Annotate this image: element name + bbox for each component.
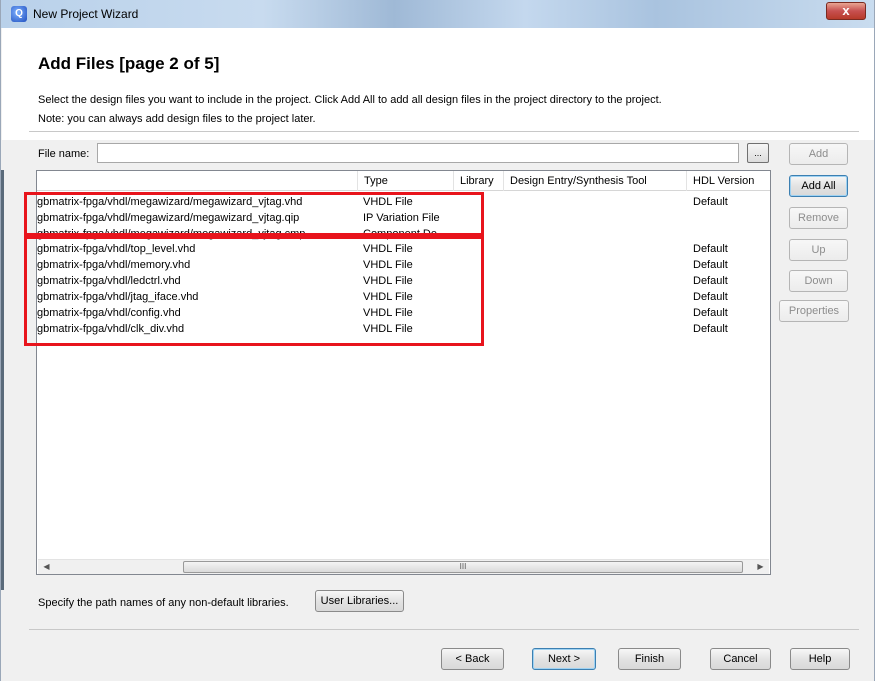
file-type: VHDL File: [363, 275, 413, 287]
remove-button[interactable]: Remove: [789, 207, 848, 229]
hdl-version: Default: [693, 196, 728, 208]
hdl-version: Default: [693, 291, 728, 303]
up-button[interactable]: Up: [789, 239, 848, 261]
window-title: New Project Wizard: [33, 7, 139, 21]
footer-divider: [29, 629, 859, 630]
add-all-button[interactable]: Add All: [789, 175, 848, 197]
header-divider: [29, 131, 859, 132]
table-row[interactable]: gbmatrix-fpga/vhdl/megawizard/megawizard…: [37, 210, 770, 226]
scroll-left-arrow-icon[interactable]: ◀: [38, 560, 55, 574]
finish-button[interactable]: Finish: [618, 648, 681, 670]
column-header-library[interactable]: Library: [453, 171, 503, 191]
column-header-tool[interactable]: Design Entry/Synthesis Tool: [503, 171, 686, 191]
page-note: Note: you can always add design files to…: [38, 113, 316, 125]
horizontal-scrollbar[interactable]: ◀ III ▶: [38, 559, 769, 574]
page-title: Add Files [page 2 of 5]: [38, 54, 220, 73]
table-row[interactable]: gbmatrix-fpga/vhdl/memory.vhd VHDL File …: [37, 257, 770, 273]
file-type: VHDL File: [363, 196, 413, 208]
hdl-version: Default: [693, 307, 728, 319]
hdl-version: Default: [693, 259, 728, 271]
down-button[interactable]: Down: [789, 270, 848, 292]
column-header-type[interactable]: Type: [357, 171, 453, 191]
libraries-label: Specify the path names of any non-defaul…: [38, 597, 289, 609]
file-name-input[interactable]: [97, 143, 739, 163]
table-row[interactable]: gbmatrix-fpga/vhdl/megawizard/megawizard…: [37, 226, 770, 242]
quartus-app-icon: Q: [11, 6, 27, 22]
table-row[interactable]: gbmatrix-fpga/vhdl/config.vhd VHDL File …: [37, 305, 770, 321]
file-path: gbmatrix-fpga/vhdl/megawizard/megawizard…: [37, 228, 306, 240]
file-path: gbmatrix-fpga/vhdl/jtag_iface.vhd: [37, 291, 199, 303]
table-row[interactable]: gbmatrix-fpga/vhdl/ledctrl.vhd VHDL File…: [37, 273, 770, 289]
back-button[interactable]: < Back: [441, 648, 504, 670]
help-button[interactable]: Help: [790, 648, 850, 670]
hdl-version: Default: [693, 243, 728, 255]
file-path: gbmatrix-fpga/vhdl/ledctrl.vhd: [37, 275, 181, 287]
properties-button[interactable]: Properties: [779, 300, 849, 322]
column-header-hdl-version[interactable]: HDL Version: [686, 171, 770, 191]
close-button[interactable]: x: [826, 2, 866, 20]
window-left-edge: [1, 170, 4, 590]
file-path: gbmatrix-fpga/vhdl/clk_div.vhd: [37, 323, 185, 335]
next-button[interactable]: Next >: [532, 648, 596, 670]
user-libraries-button[interactable]: User Libraries...: [315, 590, 404, 612]
file-path: gbmatrix-fpga/vhdl/config.vhd: [37, 307, 181, 319]
table-row[interactable]: gbmatrix-fpga/vhdl/top_level.vhd VHDL Fi…: [37, 241, 770, 257]
file-type: VHDL File: [363, 259, 413, 271]
file-type: VHDL File: [363, 307, 413, 319]
file-path: gbmatrix-fpga/vhdl/top_level.vhd: [37, 243, 196, 255]
page-description: Select the design files you want to incl…: [38, 94, 662, 106]
add-button[interactable]: Add: [789, 143, 848, 165]
table-row[interactable]: gbmatrix-fpga/vhdl/clk_div.vhd VHDL File…: [37, 321, 770, 337]
file-path: gbmatrix-fpga/vhdl/megawizard/megawizard…: [37, 196, 303, 208]
table-header: Type Library Design Entry/Synthesis Tool…: [37, 171, 770, 191]
file-type: VHDL File: [363, 243, 413, 255]
new-project-wizard-window: Q New Project Wizard x Add Files [page 2…: [0, 0, 875, 681]
file-type: VHDL File: [363, 323, 413, 335]
browse-button[interactable]: ...: [747, 143, 769, 163]
hdl-version: Default: [693, 275, 728, 287]
table-row[interactable]: gbmatrix-fpga/vhdl/jtag_iface.vhd VHDL F…: [37, 289, 770, 305]
files-table[interactable]: Type Library Design Entry/Synthesis Tool…: [36, 170, 771, 575]
file-type: VHDL File: [363, 291, 413, 303]
column-header-name[interactable]: [37, 171, 357, 191]
title-bar[interactable]: Q New Project Wizard x: [1, 0, 874, 28]
cancel-button[interactable]: Cancel: [710, 648, 771, 670]
file-path: gbmatrix-fpga/vhdl/megawizard/megawizard…: [37, 212, 300, 224]
table-row[interactable]: gbmatrix-fpga/vhdl/megawizard/megawizard…: [37, 194, 770, 210]
file-name-label: File name:: [38, 148, 90, 160]
scroll-thumb[interactable]: III: [183, 561, 743, 573]
file-type: IP Variation File: [363, 212, 440, 224]
header-panel: Add Files [page 2 of 5] Select the desig…: [2, 28, 874, 140]
hdl-version: Default: [693, 323, 728, 335]
file-type: Component De...: [363, 228, 447, 240]
file-path: gbmatrix-fpga/vhdl/memory.vhd: [37, 259, 191, 271]
scroll-right-arrow-icon[interactable]: ▶: [752, 560, 769, 574]
